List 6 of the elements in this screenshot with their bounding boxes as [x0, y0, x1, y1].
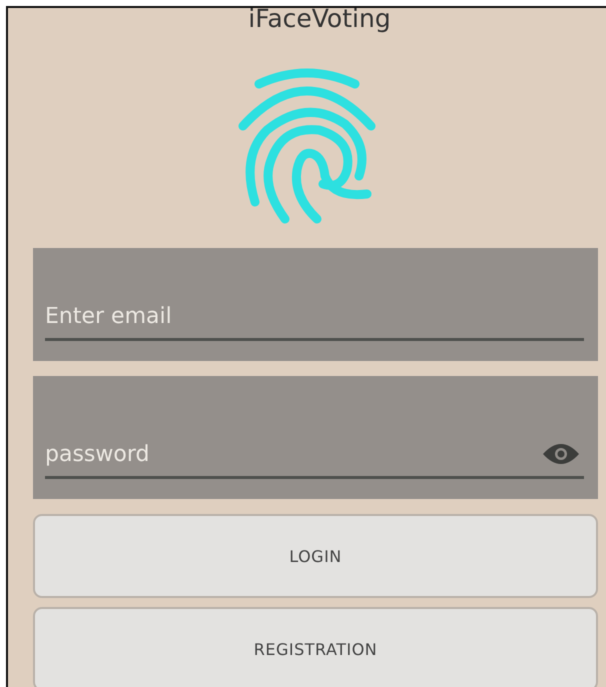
email-field[interactable]: Enter email — [45, 304, 584, 328]
app-title: iFaceVoting — [248, 8, 391, 34]
registration-button[interactable]: REGISTRATION — [33, 607, 598, 687]
eye-icon[interactable] — [542, 442, 580, 466]
password-field[interactable]: password — [45, 442, 542, 466]
login-button[interactable]: LOGIN — [33, 514, 598, 598]
